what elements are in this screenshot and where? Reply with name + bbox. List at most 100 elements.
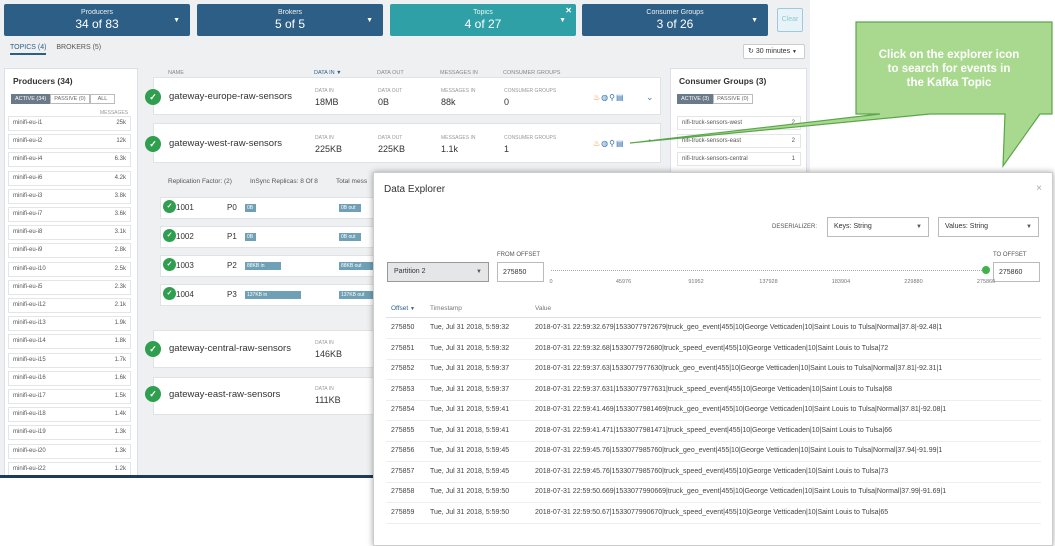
- data-in-label: DATA IN: [315, 135, 334, 141]
- partition-row[interactable]: ✓ 1004 P3 137KB in 137KB out: [160, 284, 375, 306]
- view-tabs: TOPICS (4) BROKERS (5): [10, 44, 109, 55]
- topic-card[interactable]: ✓ gateway-europe-raw-sensors DATA IN 18M…: [145, 77, 661, 115]
- col-value[interactable]: Value: [535, 305, 551, 312]
- producer-row[interactable]: minifi-eu-i3 3.8k: [8, 188, 131, 204]
- col-messages-in[interactable]: MESSAGES IN: [440, 70, 478, 76]
- check-icon: ✓: [163, 287, 176, 300]
- producer-row[interactable]: minifi-eu-i6 4.2k: [8, 170, 131, 186]
- check-icon: ✓: [145, 136, 161, 152]
- topic-card[interactable]: ✓ gateway-east-raw-sensors DATA IN 111KB: [145, 377, 383, 415]
- consumer-group-row[interactable]: nifi-truck-sensors-east 2: [677, 134, 801, 148]
- producer-name: minifi-eu-i6: [13, 174, 43, 181]
- chevron-down-icon[interactable]: ⌄: [646, 92, 654, 103]
- to-offset-input[interactable]: [993, 262, 1040, 282]
- time-range-select[interactable]: ↻ 30 minutes ▼: [743, 44, 805, 59]
- fire-icon[interactable]: ♨: [593, 139, 601, 148]
- filter-consumer-groups[interactable]: Consumer Groups 3 of 26 ▼: [582, 4, 768, 36]
- row-divider: [386, 399, 1041, 401]
- partition-row[interactable]: ✓ 1003 P2 88KB in 88KB out: [160, 255, 375, 277]
- partition-row[interactable]: ✓ 1002 P1 0B in 0B out: [160, 226, 375, 248]
- clear-button[interactable]: Clear: [777, 8, 803, 32]
- event-timestamp: Tue, Jul 31 2018, 5:59:37: [430, 365, 510, 372]
- col-data-in[interactable]: DATA IN ▼: [314, 70, 342, 76]
- row-divider: [386, 481, 1041, 483]
- producer-row[interactable]: minifi-eu-i2 12k: [8, 134, 131, 150]
- partition-select[interactable]: Partition 2 ▼: [387, 262, 489, 282]
- producer-row[interactable]: minifi-eu-i19 1.3k: [8, 425, 131, 441]
- row-divider: [386, 420, 1041, 421]
- producer-row[interactable]: minifi-eu-i1 25k: [8, 116, 131, 131]
- producer-row[interactable]: minifi-eu-i13 1.9k: [8, 316, 131, 332]
- globe-icon[interactable]: ◍: [601, 93, 609, 102]
- topic-name[interactable]: gateway-central-raw-sensors: [169, 343, 291, 354]
- tab-brokers[interactable]: BROKERS (5): [56, 44, 101, 51]
- search-icon[interactable]: ⚲: [609, 139, 616, 148]
- check-icon: ✓: [163, 200, 176, 213]
- producer-row[interactable]: minifi-eu-i14 1.8k: [8, 334, 131, 350]
- values-select[interactable]: Values: String ▼: [938, 217, 1039, 237]
- producer-row[interactable]: minifi-eu-i15 1.7k: [8, 352, 131, 368]
- producer-row[interactable]: minifi-eu-i5 2.3k: [8, 279, 131, 295]
- search-icon[interactable]: ⚲: [609, 93, 616, 102]
- col-name[interactable]: NAME: [168, 70, 184, 76]
- consumer-group-row[interactable]: nifi-truck-sensors-west 2: [677, 116, 801, 130]
- col-offset[interactable]: Offset ▼: [391, 305, 415, 312]
- partition-row[interactable]: ✓ 1001 P0 0B in 0B out: [160, 197, 375, 219]
- filter-topics[interactable]: Topics 4 of 27 ▼ ✕: [390, 4, 576, 36]
- tab-topics[interactable]: TOPICS (4): [10, 44, 47, 55]
- filter-brokers[interactable]: Brokers 5 of 5 ▼: [197, 4, 383, 36]
- topic-card[interactable]: ✓ gateway-west-raw-sensors DATA IN 225KB…: [145, 123, 661, 163]
- producer-messages: 1.8k: [114, 338, 126, 345]
- producer-row[interactable]: minifi-eu-i9 2.8k: [8, 243, 131, 259]
- refresh-icon: ↻: [748, 48, 754, 55]
- filter-producers[interactable]: Producers 34 of 83 ▼: [4, 4, 190, 36]
- consumer-group-name: nifi-truck-sensors-central: [682, 156, 748, 162]
- producer-row[interactable]: minifi-eu-i7 3.6k: [8, 207, 131, 222]
- globe-icon[interactable]: ◍: [601, 139, 609, 148]
- from-offset-input[interactable]: [497, 262, 544, 282]
- table-icon[interactable]: ▤: [616, 139, 625, 148]
- producer-messages: 1.7k: [114, 356, 126, 363]
- offset-slider-handle[interactable]: [982, 266, 990, 274]
- producer-messages: 12k: [116, 138, 126, 145]
- segment-all[interactable]: ALL: [89, 94, 116, 104]
- event-value: 2018-07-31 22:59:45.76|1533077985760|tru…: [535, 447, 943, 454]
- segment-active[interactable]: ACTIVE (34): [11, 94, 51, 104]
- close-icon[interactable]: ×: [1036, 183, 1042, 194]
- event-offset: 275852: [391, 365, 415, 372]
- modal-title: Data Explorer: [384, 184, 446, 195]
- offset-slider-track[interactable]: [551, 270, 986, 271]
- topic-card[interactable]: ✓ gateway-central-raw-sensors DATA IN 14…: [145, 330, 383, 368]
- keys-select[interactable]: Keys: String ▼: [827, 217, 929, 237]
- topic-name[interactable]: gateway-west-raw-sensors: [169, 138, 282, 149]
- producer-row[interactable]: minifi-eu-i20 1.3k: [8, 443, 131, 459]
- col-timestamp[interactable]: Timestamp: [430, 305, 462, 312]
- producers-title: Producers (34): [13, 76, 73, 86]
- segment-passive[interactable]: PASSIVE (0): [713, 94, 753, 104]
- segment-passive[interactable]: PASSIVE (0): [50, 94, 90, 104]
- bytes-in-label: 88KB in: [247, 263, 265, 269]
- consumer-group-row[interactable]: nifi-truck-sensors-central 1: [677, 152, 801, 166]
- producer-row[interactable]: minifi-eu-i18 1.4k: [8, 407, 131, 423]
- filter-value: 34 of 83: [75, 17, 119, 31]
- col-consumer-groups[interactable]: CONSUMER GROUPS: [503, 70, 560, 76]
- consumer-group-name: nifi-truck-sensors-west: [682, 120, 743, 126]
- close-icon[interactable]: ✕: [565, 6, 572, 15]
- producer-row[interactable]: minifi-eu-i16 1.6k: [8, 370, 131, 386]
- chevron-up-icon[interactable]: ⌃: [646, 138, 654, 149]
- producer-row[interactable]: minifi-eu-i10 2.5k: [8, 261, 131, 277]
- producer-messages: 4.2k: [114, 174, 126, 181]
- caret-down-icon: ▼: [173, 17, 180, 24]
- producer-row[interactable]: minifi-eu-i8 3.1k: [8, 225, 131, 241]
- producer-row[interactable]: minifi-eu-i4 6.3k: [8, 152, 131, 168]
- topic-name[interactable]: gateway-east-raw-sensors: [169, 389, 280, 400]
- table-icon[interactable]: ▤: [616, 93, 625, 102]
- check-icon: ✓: [163, 229, 176, 242]
- fire-icon[interactable]: ♨: [593, 93, 601, 102]
- col-data-out[interactable]: DATA OUT: [377, 70, 404, 76]
- segment-active[interactable]: ACTIVE (3): [677, 94, 714, 104]
- topic-name[interactable]: gateway-europe-raw-sensors: [169, 91, 292, 102]
- producer-row[interactable]: minifi-eu-i17 1.5k: [8, 389, 131, 404]
- producer-row[interactable]: minifi-eu-i12 2.1k: [8, 298, 131, 313]
- bytes-in-bar: 88KB in: [245, 262, 281, 270]
